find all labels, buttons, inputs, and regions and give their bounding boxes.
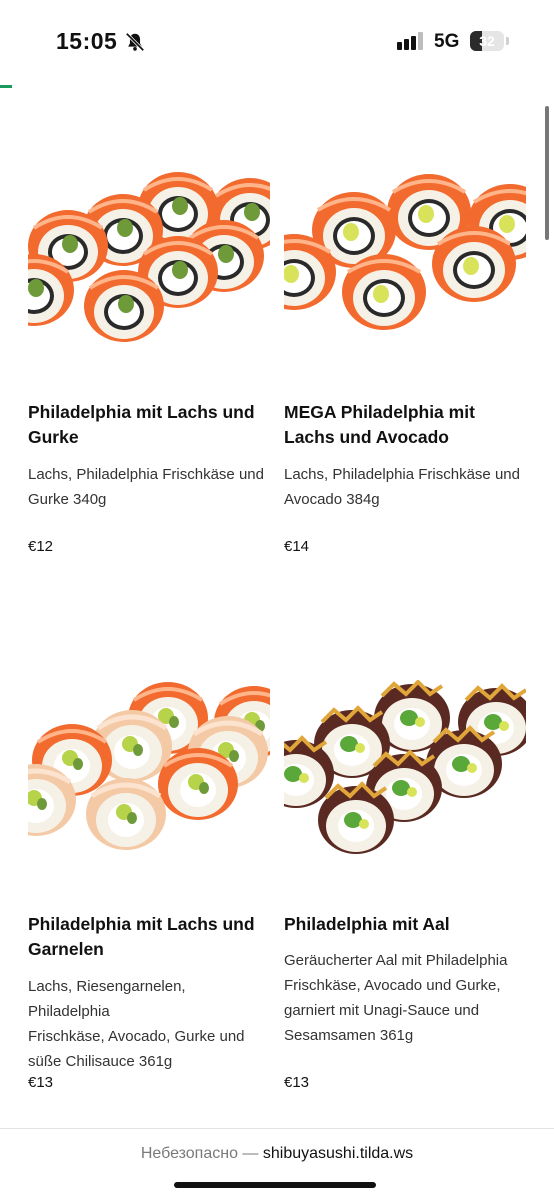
product-description: Geräucherter Aal mit Philadelphia Frisch…: [284, 948, 526, 1048]
product-description-line: Geräucherter Aal mit Philadelphia: [284, 952, 508, 969]
signal-icon: [397, 32, 423, 50]
clock: 15:05: [56, 28, 118, 54]
product-description-line: süße Chilisauce 361g: [28, 1053, 173, 1070]
product-card[interactable]: MEGA Philadelphia mit Lachs und Avocado …: [284, 168, 526, 568]
product-title-line: Philadelphia mit Lachs und: [28, 914, 255, 934]
product-card[interactable]: Philadelphia mit Lachs und Gurke Lachs, …: [28, 168, 270, 568]
product-image[interactable]: [284, 168, 526, 358]
product-image[interactable]: [28, 168, 270, 358]
status-bar: 15:05 5G 32: [0, 0, 554, 84]
product-title-line: MEGA Philadelphia mit: [284, 402, 475, 422]
product-title-line: Garnelen: [28, 939, 104, 959]
address-text[interactable]: Небезопасно — shibuyasushi.tilda.ws: [0, 1145, 554, 1163]
product-description-line: Lachs, Riesengarnelen, Philadelphia: [28, 978, 186, 1020]
product-description-line: Sesamsamen 361g: [284, 1027, 414, 1044]
product-card[interactable]: Philadelphia mit Aal Geräucherter Aal mi…: [284, 680, 526, 1100]
product-price: €14: [284, 538, 310, 555]
product-title[interactable]: MEGA Philadelphia mit Lachs und Avocado: [284, 400, 475, 450]
product-title-line: Philadelphia mit Lachs und: [28, 402, 255, 422]
url-bar[interactable]: Небезопасно — shibuyasushi.tilda.ws: [0, 1128, 554, 1201]
scrollbar[interactable]: [545, 106, 549, 240]
product-description-line: Lachs, Philadelphia Frischkäse und: [284, 466, 520, 483]
product-title-line: Philadelphia mit Aal: [284, 914, 450, 934]
accent-line: [0, 85, 12, 88]
bell-slash-icon: [125, 32, 145, 52]
battery-level: 32: [479, 33, 495, 49]
product-title[interactable]: Philadelphia mit Lachs und Gurke: [28, 400, 255, 450]
product-description-line: Frischkäse, Avocado, Gurke und: [28, 1028, 245, 1045]
product-description: Lachs, Riesengarnelen, Philadelphia Fris…: [28, 974, 270, 1074]
product-price: €13: [284, 1074, 310, 1091]
product-description: Lachs, Philadelphia Frischkäse und Avoca…: [284, 462, 526, 512]
product-description-line: Avocado 384g: [284, 491, 380, 508]
product-title[interactable]: Philadelphia mit Aal: [284, 912, 450, 937]
network-type: 5G: [434, 31, 460, 52]
home-indicator[interactable]: [174, 1182, 376, 1188]
product-description: Lachs, Philadelphia Frischkäse und Gurke…: [28, 462, 270, 512]
product-image[interactable]: [284, 680, 526, 870]
product-title[interactable]: Philadelphia mit Lachs und Garnelen: [28, 912, 255, 962]
product-price: €12: [28, 538, 54, 555]
product-price: €13: [28, 1074, 54, 1091]
domain-label: shibuyasushi.tilda.ws: [262, 1145, 414, 1162]
product-image[interactable]: [28, 680, 270, 870]
insecure-label: Небезопасно —: [140, 1145, 259, 1162]
product-card[interactable]: Philadelphia mit Lachs und Garnelen Lach…: [28, 680, 270, 1100]
battery-tip: [506, 37, 509, 45]
product-description-line: Frischkäse, Avocado und Gurke,: [284, 977, 501, 994]
product-description-line: Lachs, Philadelphia Frischkäse und: [28, 466, 264, 483]
product-title-line: Gurke: [28, 427, 79, 447]
product-title-line: Lachs und Avocado: [284, 427, 449, 447]
product-description-line: garniert mit Unagi-Sauce und: [284, 1002, 480, 1019]
product-description-line: Gurke 340g: [28, 491, 107, 508]
battery-icon: 32: [470, 31, 504, 51]
